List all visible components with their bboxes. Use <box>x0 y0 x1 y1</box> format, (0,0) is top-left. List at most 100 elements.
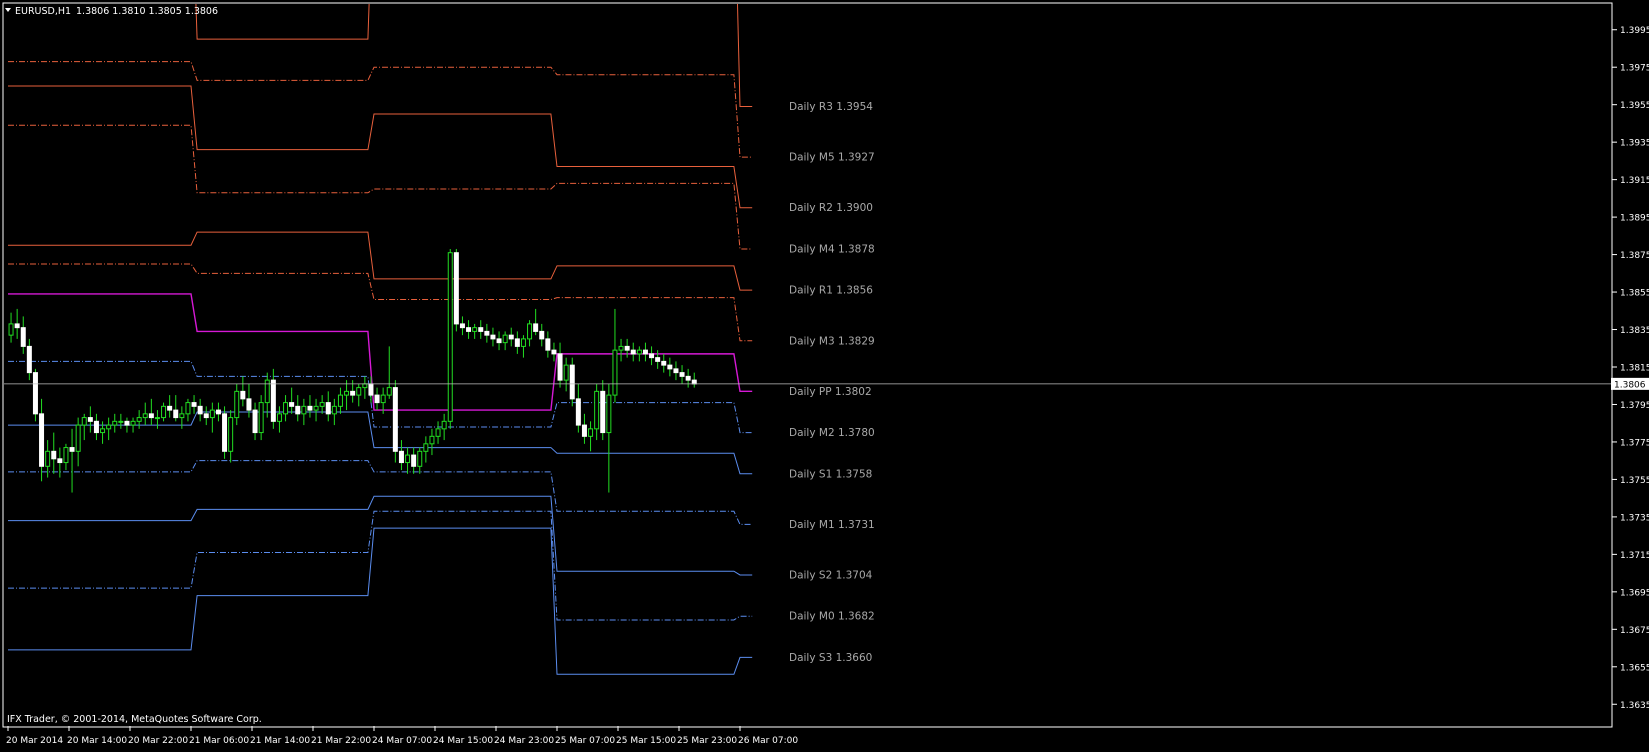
candle-body <box>197 405 203 415</box>
candle-body <box>270 379 276 422</box>
candle-body <box>75 424 81 452</box>
x-tick-label: 25 Mar 23:00 <box>677 736 737 746</box>
y-tick-label: 1.3975 <box>1620 64 1649 74</box>
candle-body <box>45 450 51 467</box>
y-tick-label: 1.3735 <box>1620 513 1649 523</box>
level-label: Daily M0 1.3682 <box>789 611 875 623</box>
candle-body <box>240 390 246 400</box>
candle-body <box>600 390 606 434</box>
candle-body <box>557 353 563 381</box>
x-tick-label: 21 Mar 14:00 <box>250 736 310 746</box>
y-tick-label: 1.3935 <box>1620 139 1649 149</box>
candle-body <box>173 409 179 419</box>
y-tick-label: 1.3675 <box>1620 626 1649 636</box>
dropdown-triangle-icon[interactable] <box>5 8 11 12</box>
level-label: Daily S3 1.3660 <box>789 652 872 664</box>
time-axis[interactable]: 20 Mar 2014 20 Mar 14:00 20 Mar 22:00 21 Ma… <box>6 726 798 746</box>
symbol-timeframe: EURUSD,H1 <box>15 6 71 17</box>
pivot-line-m1 <box>8 460 753 525</box>
y-tick-label: 1.3815 <box>1620 364 1649 374</box>
price-axis[interactable]: 1.3995 1.3975 1.3955 1.3935 1.3915 1.3895 1.38… <box>1612 26 1649 711</box>
candle-body <box>661 360 667 366</box>
candle-body <box>26 345 32 374</box>
x-tick-label: 26 Mar 07:00 <box>738 736 798 746</box>
candle-body <box>93 420 99 434</box>
pivot-line-m3 <box>8 263 753 342</box>
candle-body <box>350 390 356 396</box>
ohlc-values: 1.3806 1.3810 1.3805 1.3806 <box>76 6 218 17</box>
y-tick-label: 1.3895 <box>1620 214 1649 224</box>
candle-body <box>313 405 319 411</box>
y-tick-label: 1.3715 <box>1620 551 1649 561</box>
y-tick-label: 1.3775 <box>1620 438 1649 448</box>
candle-body <box>667 364 673 370</box>
candle-body <box>362 383 368 389</box>
candle-body <box>405 454 411 464</box>
x-tick-label: 24 Mar 15:00 <box>433 736 493 746</box>
candle-body <box>167 405 173 411</box>
level-label: Daily M3 1.3829 <box>789 335 875 347</box>
candle-body <box>435 428 441 437</box>
candle-body <box>344 390 350 396</box>
candle-body <box>57 458 63 464</box>
candle-body <box>87 417 93 422</box>
candle-body <box>398 450 404 464</box>
candlesticks <box>8 248 697 493</box>
candle-body <box>642 349 648 355</box>
candle-body <box>307 405 313 411</box>
pivot-line-m0 <box>8 510 753 621</box>
pivot-line-r1 <box>8 231 753 291</box>
level-labels: Daily R3 1.3954 Daily M5 1.3927 Daily R2 1… <box>789 101 875 664</box>
chart-window[interactable]: Daily R3 1.3954 Daily M5 1.3927 Daily R2 1… <box>0 0 1649 748</box>
price-chart[interactable]: Daily R3 1.3954 Daily M5 1.3927 Daily R2 1… <box>0 0 1649 748</box>
candle-body <box>563 364 569 381</box>
candle-body <box>624 345 630 351</box>
candle-body <box>356 387 362 396</box>
y-tick-label: 1.3955 <box>1620 101 1649 111</box>
candle-body <box>246 398 252 411</box>
level-label: Daily PP 1.3802 <box>789 386 872 398</box>
level-label: Daily S1 1.3758 <box>789 468 872 480</box>
candle-body <box>459 323 465 329</box>
candle-body <box>520 338 526 347</box>
y-tick-label: 1.3755 <box>1620 476 1649 486</box>
candle-body <box>649 353 655 359</box>
candle-body <box>32 372 38 415</box>
candle-body <box>539 330 545 340</box>
candle-body <box>14 323 20 329</box>
candle-body <box>478 327 484 332</box>
candle-body <box>411 454 417 467</box>
candle-body <box>258 402 264 434</box>
y-tick-label: 1.3635 <box>1620 701 1649 711</box>
candle-body <box>441 420 447 430</box>
x-tick-label: 25 Mar 07:00 <box>555 736 615 746</box>
copyright-text: IFX Trader, © 2001-2014, MetaQuotes Soft… <box>7 714 262 725</box>
pivot-line-s2 <box>8 495 753 576</box>
candle-body <box>234 390 240 419</box>
candle-body <box>289 402 295 407</box>
candle-body <box>51 450 57 460</box>
candle-body <box>575 398 581 426</box>
level-label: Daily M4 1.3878 <box>789 243 875 255</box>
candle-body <box>228 417 234 452</box>
candle-body <box>429 435 435 445</box>
y-tick-label: 1.3995 <box>1620 26 1649 36</box>
candle-body <box>423 443 429 452</box>
x-tick-label: 20 Mar 22:00 <box>128 736 188 746</box>
x-tick-label: 20 Mar 14:00 <box>67 736 127 746</box>
candle-body <box>319 402 325 407</box>
candle-body <box>374 394 380 404</box>
candle-body <box>569 364 575 400</box>
candle-body <box>136 417 142 422</box>
candle-body <box>386 387 392 396</box>
candle-body <box>130 420 136 426</box>
candle-body <box>606 394 612 434</box>
y-tick-label: 1.3835 <box>1620 326 1649 336</box>
candle-body <box>39 413 45 467</box>
candle-body <box>380 394 386 404</box>
candle-body <box>209 409 215 419</box>
candle-body <box>691 379 697 385</box>
candle-body <box>447 252 453 422</box>
candle-body <box>453 252 459 325</box>
candle-body <box>673 368 679 374</box>
